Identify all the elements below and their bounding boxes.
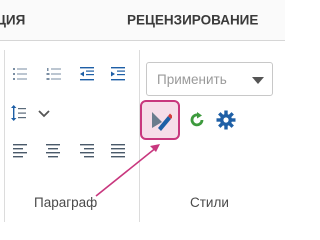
apply-style-dropdown[interactable]: Применить (146, 62, 273, 96)
decrease-indent-icon[interactable] (79, 66, 95, 82)
increase-indent-icon[interactable] (110, 66, 126, 82)
align-center-icon[interactable] (45, 142, 61, 158)
refresh-style-icon[interactable] (189, 112, 205, 128)
chevron-down-icon[interactable] (36, 106, 52, 122)
paragraph-group-label: Параграф (34, 195, 98, 210)
bulleted-list-icon[interactable] (12, 66, 28, 82)
format-painter-icon (152, 112, 172, 131)
style-settings-icon[interactable] (216, 110, 236, 130)
format-painter-button[interactable] (140, 100, 180, 140)
styles-group-label: Стили (190, 195, 229, 210)
align-right-icon[interactable] (79, 142, 95, 158)
align-left-icon[interactable] (12, 142, 28, 158)
tabs-border (0, 40, 285, 41)
align-justify-icon[interactable] (110, 142, 126, 158)
ribbon-tabs: ЦИЯ РЕЦЕНЗИРОВАНИЕ (0, 0, 285, 40)
tab-partial-left[interactable]: ЦИЯ (0, 13, 25, 28)
group-separator-left (4, 50, 5, 222)
apply-style-placeholder: Применить (157, 72, 227, 87)
tab-review[interactable]: РЕЦЕНЗИРОВАНИЕ (127, 13, 258, 28)
numbered-list-icon[interactable] (46, 66, 62, 82)
line-spacing-icon[interactable] (10, 105, 26, 121)
dropdown-caret-icon (252, 77, 264, 84)
